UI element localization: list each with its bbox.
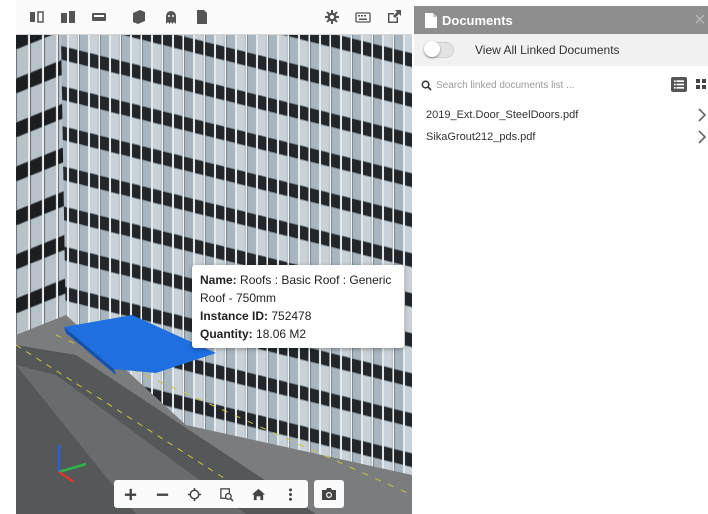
name-label: Name: bbox=[200, 273, 237, 287]
document-icon[interactable] bbox=[192, 7, 212, 27]
cabinet-icon[interactable] bbox=[58, 7, 78, 27]
document-list-item[interactable]: 2019_Ext.Door_SteelDoors.pdf bbox=[414, 105, 708, 127]
panel-header: Documents × bbox=[414, 6, 708, 34]
keyboard-panel-icon[interactable] bbox=[89, 7, 109, 27]
zoom-in-icon[interactable] bbox=[114, 480, 146, 508]
camera-icon[interactable] bbox=[314, 480, 344, 508]
cube-icon[interactable] bbox=[129, 7, 149, 27]
toggle-label: View All Linked Documents bbox=[475, 43, 620, 57]
zoom-out-icon[interactable] bbox=[146, 480, 178, 508]
keyboard-icon[interactable] bbox=[353, 7, 373, 27]
ghost-icon[interactable] bbox=[161, 7, 181, 27]
element-properties-tooltip: Name: Roofs : Basic Roof : Generic Roof … bbox=[192, 265, 404, 348]
document-list-item[interactable]: SikaGrout212_pds.pdf bbox=[414, 127, 708, 149]
documents-panel: Documents × View All Linked Documents 20… bbox=[414, 0, 708, 514]
search-input[interactable] bbox=[436, 79, 656, 91]
split-view-icon[interactable] bbox=[27, 7, 47, 27]
document-icon bbox=[425, 12, 437, 28]
document-name: SikaGrout212_pds.pdf bbox=[426, 131, 536, 143]
panel-title: Documents bbox=[442, 12, 513, 28]
quantity-label: Quantity: bbox=[200, 327, 253, 341]
zoom-window-icon[interactable] bbox=[210, 480, 242, 508]
grid-view-icon[interactable] bbox=[695, 77, 708, 91]
navigation-toolbar bbox=[114, 480, 308, 508]
home-icon[interactable] bbox=[242, 480, 274, 508]
quantity-value: 18.06 M2 bbox=[256, 327, 307, 341]
close-icon[interactable]: × bbox=[694, 6, 708, 34]
document-name: 2019_Ext.Door_SteelDoors.pdf bbox=[426, 109, 579, 121]
chevron-right-icon bbox=[698, 130, 707, 144]
search-row bbox=[414, 72, 708, 98]
instance-id-value: 752478 bbox=[271, 309, 312, 323]
fit-view-icon[interactable] bbox=[178, 480, 210, 508]
external-link-icon[interactable] bbox=[384, 7, 404, 27]
viewer-toolbar bbox=[16, 0, 412, 35]
model-viewer[interactable]: Name: Roofs : Basic Roof : Generic Roof … bbox=[16, 0, 412, 514]
view-all-linked-toggle[interactable] bbox=[424, 41, 454, 58]
search-icon bbox=[421, 80, 432, 91]
linked-documents-toggle-row: View All Linked Documents bbox=[414, 34, 708, 66]
more-icon[interactable] bbox=[274, 480, 306, 508]
chevron-right-icon bbox=[698, 108, 707, 122]
list-view-icon[interactable] bbox=[671, 77, 687, 92]
settings-gear-icon[interactable] bbox=[322, 7, 342, 27]
instance-id-label: Instance ID: bbox=[200, 309, 269, 323]
